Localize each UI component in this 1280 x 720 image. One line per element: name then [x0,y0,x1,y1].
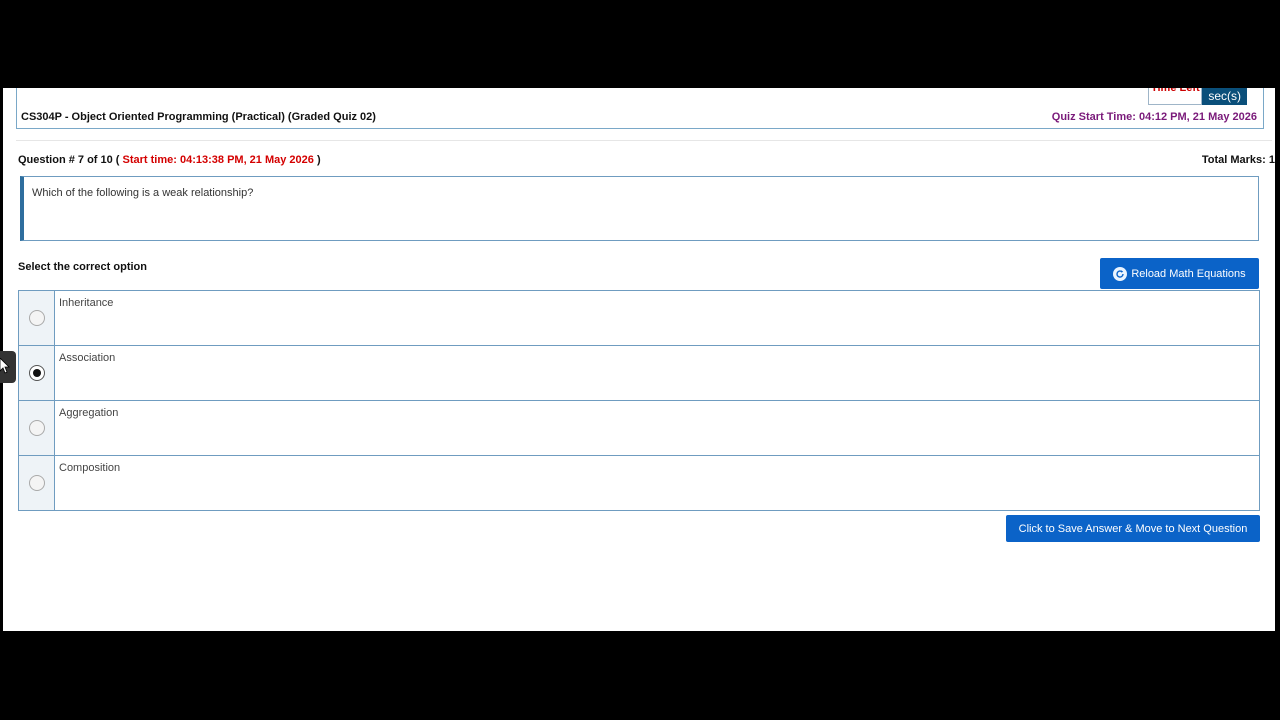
option-label: Composition [59,462,121,474]
question-box: Which of the following is a weak relatio… [20,176,1259,241]
timer: Time Left sec(s) [1148,88,1247,105]
mouse-cursor-icon [0,358,10,374]
options-list: Inheritance Association Aggregation Comp… [18,290,1260,511]
option-label: Aggregation [59,407,119,419]
option-radio[interactable] [28,310,45,326]
option-row[interactable]: Inheritance [18,290,1260,346]
divider [16,140,1272,141]
option-row[interactable]: Association [18,345,1260,401]
quiz-start-time: Quiz Start Time: 04:12 PM, 21 May 2026 [1051,111,1257,123]
radio-cell [19,346,55,400]
question-number-text: Question # 7 of 10 ( [18,154,123,166]
option-radio[interactable] [28,420,45,436]
question-start-time: Start time: 04:13:38 PM, 21 May 2026 [122,154,314,166]
option-radio[interactable] [28,475,45,491]
reload-math-label: Reload Math Equations [1131,267,1246,280]
radio-cell [19,291,55,345]
select-option-label: Select the correct option [18,261,147,273]
radio-cell [19,401,55,455]
option-row[interactable]: Composition [18,455,1260,511]
radio-cell [19,456,55,510]
course-title: CS304P - Object Oriented Programming (Pr… [21,111,376,123]
question-text: Which of the following is a weak relatio… [32,187,254,199]
quiz-header: Time Left sec(s) CS304P - Object Oriente… [16,88,1264,129]
quiz-page: Time Left sec(s) CS304P - Object Oriente… [3,88,1275,631]
question-number: Question # 7 of 10 ( Start time: 04:13:3… [18,154,321,166]
option-label: Association [59,352,116,364]
option-radio-selected[interactable] [28,365,45,381]
question-close-paren: ) [313,154,321,166]
refresh-icon [1113,266,1128,281]
reload-math-button[interactable]: Reload Math Equations [1100,258,1259,289]
save-next-button[interactable]: Click to Save Answer & Move to Next Ques… [1006,515,1260,542]
timer-unit: sec(s) [1202,88,1247,105]
option-label: Inheritance [59,297,114,309]
timer-label: Time Left [1148,88,1203,105]
total-marks: Total Marks: 1 [1201,154,1275,166]
option-row[interactable]: Aggregation [18,400,1260,456]
